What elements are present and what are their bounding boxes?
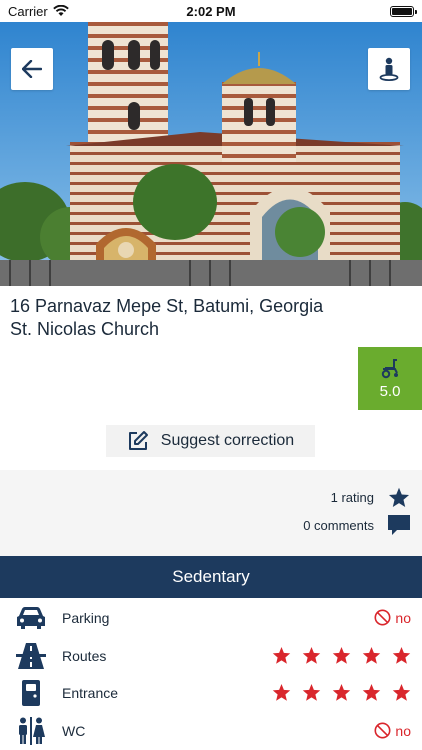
star-icon: [362, 684, 381, 701]
road-icon: [16, 642, 46, 669]
star-icon: [302, 647, 321, 664]
person-location-icon: [379, 57, 399, 81]
section-title: Sedentary: [172, 567, 250, 586]
reviews-summary: 1 rating 0 comments: [0, 470, 422, 556]
place-photo: [0, 22, 422, 286]
feature-value-no: no: [374, 722, 411, 739]
feature-value-no: no: [374, 609, 411, 626]
feature-label: Routes: [62, 647, 107, 664]
feature-label: Parking: [62, 609, 110, 626]
place-address: 16 Parnavaz Mepe St, Batumi, Georgia: [10, 296, 324, 316]
star-icon: [388, 487, 410, 507]
feature-label: Entrance: [62, 684, 119, 701]
place-name: St. Nicolas Church: [10, 319, 160, 339]
feature-stars: [272, 683, 411, 702]
status-bar: Carrier 2:02 PM: [0, 0, 422, 22]
battery-icon: [390, 5, 417, 17]
place-detail-screen: Carrier 2:02 PM 16 Parnavaz Mepe St, Bat…: [0, 0, 422, 750]
restroom-icon: [19, 716, 45, 745]
feature-value-text: no: [395, 722, 411, 739]
star-icon: [392, 684, 411, 701]
ratings-count-row[interactable]: 1 rating: [331, 487, 410, 508]
ratings-count: 1 rating: [330, 490, 374, 505]
star-icon: [362, 647, 381, 664]
suggest-correction-label: Suggest correction: [160, 432, 295, 449]
place-info: 16 Parnavaz Mepe St, Batumi, Georgia St.…: [10, 295, 412, 341]
prohibited-icon: [374, 722, 391, 739]
star-icon: [272, 684, 291, 701]
star-icon: [272, 647, 291, 664]
suggest-correction-button[interactable]: Suggest correction: [106, 425, 315, 457]
car-icon: [17, 606, 45, 629]
star-icon: [332, 684, 351, 701]
rating-score: 5.0: [379, 383, 401, 400]
edit-icon: [128, 431, 148, 450]
comments-count-row[interactable]: 0 comments: [303, 515, 410, 536]
section-header: Sedentary: [0, 556, 422, 598]
feature-row-wc: WC no: [0, 712, 422, 749]
carrier-label: Carrier: [8, 3, 48, 19]
feature-label: WC: [62, 722, 86, 739]
feature-value-text: no: [395, 609, 411, 626]
comment-icon: [388, 515, 410, 535]
star-icon: [302, 684, 321, 701]
accessibility-rating-badge: 5.0: [358, 347, 422, 410]
feature-stars: [272, 646, 411, 665]
star-icon: [392, 647, 411, 664]
wheelchair-icon: [381, 359, 398, 379]
prohibited-icon: [374, 609, 391, 626]
arrow-left-icon: [22, 60, 42, 78]
wifi-icon: [52, 5, 69, 16]
feature-row-routes: Routes: [0, 637, 422, 674]
person-location-button[interactable]: [368, 48, 410, 90]
comments-count: 0 comments: [303, 518, 374, 533]
star-icon: [332, 647, 351, 664]
feature-row-parking: Parking no: [0, 599, 422, 636]
feature-row-entrance: Entrance: [0, 674, 422, 711]
back-button[interactable]: [11, 48, 53, 90]
door-icon: [22, 679, 40, 706]
